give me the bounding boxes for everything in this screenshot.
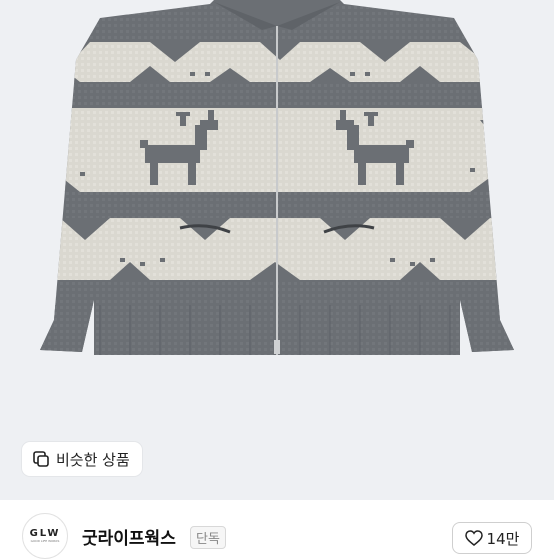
sweater-illustration xyxy=(40,0,514,355)
similar-products-button[interactable]: 비슷한 상품 xyxy=(22,442,142,476)
exclusive-badge: 단독 xyxy=(190,526,226,549)
like-count: 14만 xyxy=(486,529,520,548)
similar-products-icon xyxy=(33,451,49,467)
like-button[interactable]: 14만 xyxy=(452,522,532,554)
heart-icon xyxy=(464,530,483,546)
shop-name[interactable]: 굿라이프웍스 xyxy=(82,524,176,549)
shop-logo-text: GLW xyxy=(29,528,61,539)
product-image[interactable]: 비슷한 상품 xyxy=(0,0,554,500)
similar-products-label: 비슷한 상품 xyxy=(56,450,130,469)
shop-logo[interactable]: GLW GOOD LIFE WORKS xyxy=(22,513,68,559)
shop-logo-subtext: GOOD LIFE WORKS xyxy=(30,539,60,543)
